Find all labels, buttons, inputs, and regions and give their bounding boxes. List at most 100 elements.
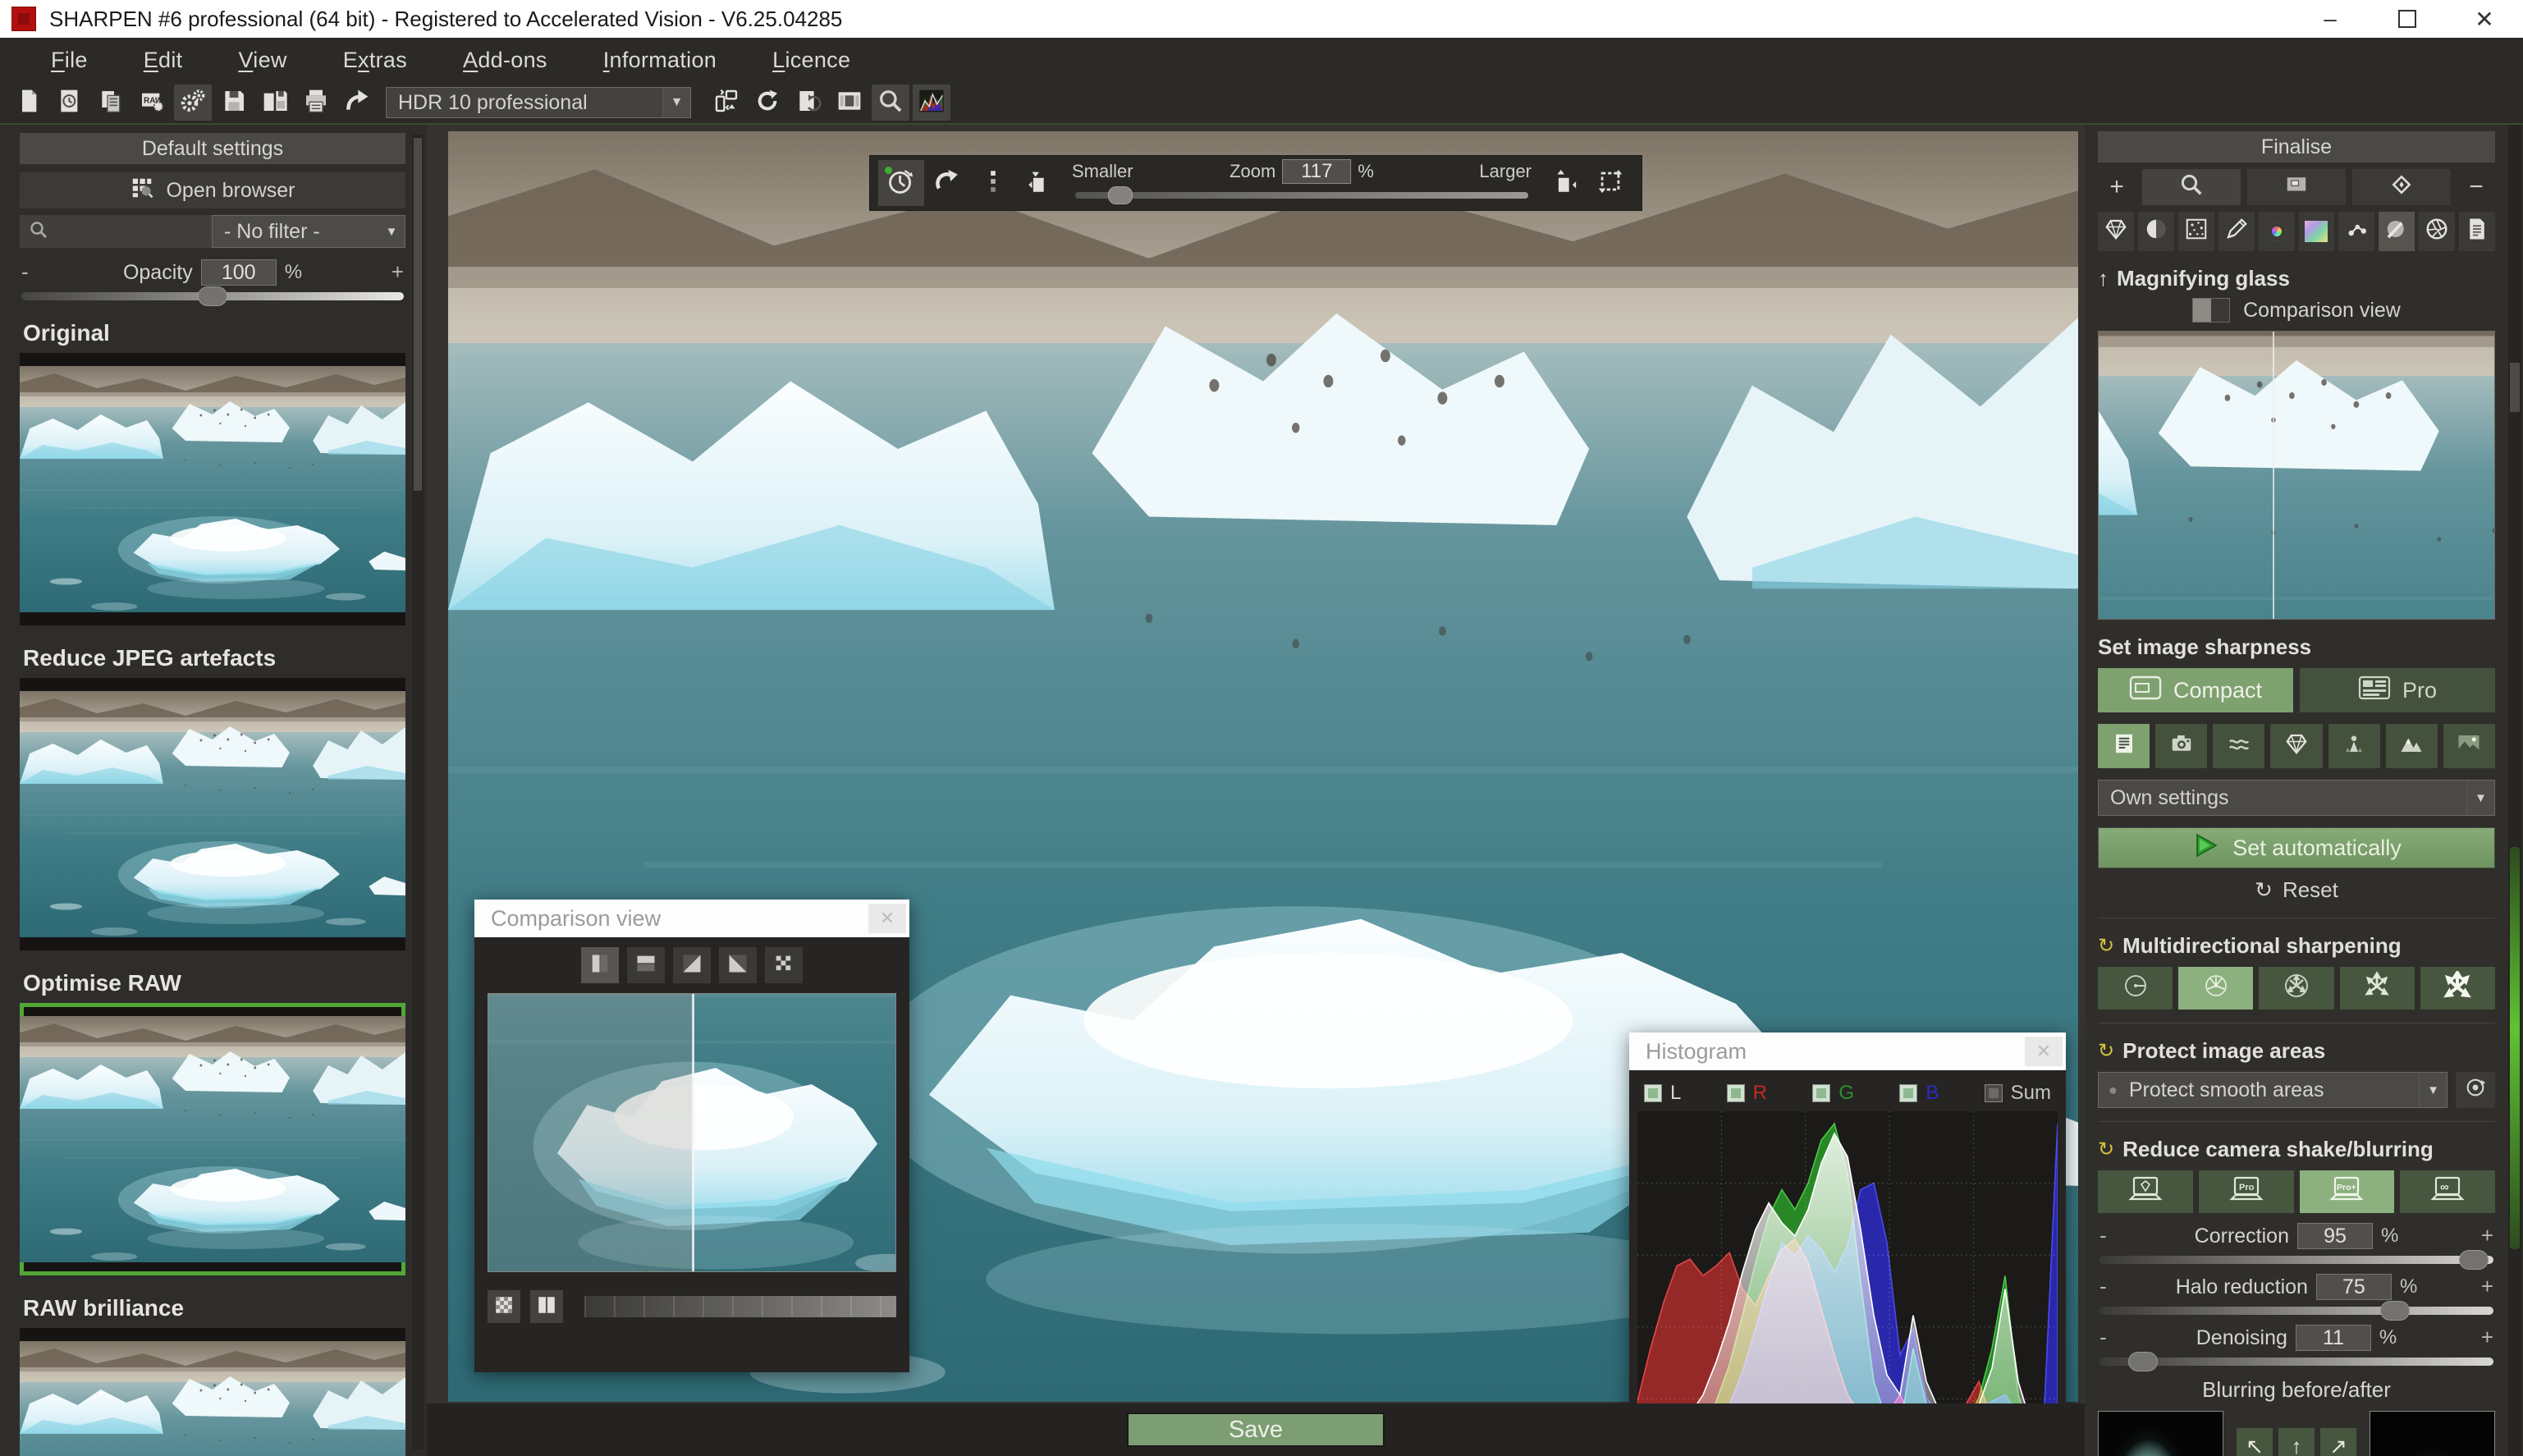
- preset-thumbnail[interactable]: [20, 678, 405, 950]
- right-scrollbar[interactable]: [2508, 125, 2521, 1456]
- magnifier-button[interactable]: [872, 85, 909, 121]
- contrast-half-button[interactable]: [2138, 212, 2174, 251]
- slider-increase[interactable]: +: [392, 259, 404, 285]
- slider-track[interactable]: [2099, 1256, 2493, 1264]
- mountains-button[interactable]: [2386, 724, 2438, 768]
- legend-b[interactable]: B: [1899, 1082, 1939, 1105]
- zoom-in-step-button[interactable]: [1541, 160, 1587, 206]
- waves-button[interactable]: [2213, 724, 2264, 768]
- open-browser-button[interactable]: Open browser: [20, 172, 405, 208]
- new-document-button[interactable]: [10, 85, 48, 121]
- split-vertical-button[interactable]: [581, 947, 619, 983]
- dir-2-button[interactable]: [2178, 967, 2253, 1010]
- crop-rotate-button[interactable]: [1587, 160, 1633, 206]
- preset-thumbnail[interactable]: [20, 353, 405, 625]
- slider-decrease[interactable]: -: [2099, 1223, 2107, 1248]
- slider-increase[interactable]: +: [2481, 1223, 2493, 1248]
- device-sync-button[interactable]: [707, 85, 745, 121]
- checkbox-icon[interactable]: [1727, 1084, 1745, 1102]
- raw-settings-button[interactable]: RAW: [133, 85, 171, 121]
- preset-original[interactable]: Original: [20, 320, 405, 625]
- slider-value-field[interactable]: 75: [2316, 1274, 2392, 1300]
- minimize-button[interactable]: –: [2292, 0, 2369, 38]
- own-settings-dropdown[interactable]: Own settings ▼: [2098, 780, 2495, 816]
- compare-timer-button[interactable]: [878, 160, 924, 206]
- node-graph-button[interactable]: [2338, 212, 2374, 251]
- checker-preview-button[interactable]: [488, 1290, 520, 1323]
- dir-4-button[interactable]: [2340, 967, 2415, 1010]
- preset-raw-brilliance[interactable]: RAW brilliance: [20, 1295, 405, 1456]
- preset-reduce-jpeg-artefacts[interactable]: Reduce JPEG artefacts: [20, 645, 405, 950]
- comparison-panel-titlebar[interactable]: Comparison view ✕: [474, 900, 909, 937]
- menu-licence[interactable]: Licence: [744, 43, 878, 78]
- laptop-pro-plus-button[interactable]: Pro+: [2300, 1170, 2395, 1213]
- magnifier-preview[interactable]: [2098, 331, 2495, 620]
- compact-tab[interactable]: Compact: [2098, 668, 2293, 712]
- slider-track[interactable]: [2099, 1358, 2493, 1366]
- reset-button[interactable]: ↻ Reset: [2098, 875, 2495, 904]
- slider-decrease[interactable]: -: [2099, 1274, 2107, 1299]
- export-share-button[interactable]: [338, 85, 376, 121]
- doc-report-button[interactable]: [2459, 212, 2495, 251]
- add-tab-button[interactable]: +: [2098, 169, 2136, 205]
- dir-5-button[interactable]: [2420, 967, 2495, 1010]
- dots-vertical-button[interactable]: [970, 160, 1016, 206]
- close-icon[interactable]: ✕: [2025, 1037, 2063, 1066]
- menu-information[interactable]: Information: [575, 43, 744, 78]
- diamond-nav-button[interactable]: [2352, 169, 2451, 205]
- gem-button[interactable]: [2270, 724, 2322, 768]
- legend-r[interactable]: R: [1727, 1082, 1767, 1105]
- set-automatically-button[interactable]: Set automatically: [2098, 827, 2495, 868]
- dir-1-button[interactable]: [2098, 967, 2173, 1010]
- print-button[interactable]: [297, 85, 335, 121]
- magnifier-button[interactable]: [2142, 169, 2241, 205]
- menu-extras[interactable]: Extras: [315, 43, 435, 78]
- split-horizontal-button[interactable]: [627, 947, 665, 983]
- laptop-pro-button[interactable]: Pro: [2199, 1170, 2294, 1213]
- remove-tab-button[interactable]: −: [2457, 169, 2495, 205]
- histogram-mini-button[interactable]: [913, 85, 950, 121]
- slider-value-field[interactable]: 11: [2296, 1325, 2371, 1351]
- color-cube-button[interactable]: [2299, 212, 2335, 251]
- slider-track[interactable]: [2099, 1307, 2493, 1315]
- monitor-button[interactable]: [2247, 169, 2346, 205]
- history-document-button[interactable]: [51, 85, 89, 121]
- layout-columns-button[interactable]: [831, 85, 868, 121]
- save-file-button[interactable]: [215, 85, 253, 121]
- rotate-button[interactable]: [749, 85, 786, 121]
- landscape-button[interactable]: [2443, 724, 2495, 768]
- slider-handle[interactable]: [2380, 1301, 2410, 1321]
- save-all-button[interactable]: [256, 85, 294, 121]
- menu-add-ons[interactable]: Add-ons: [435, 43, 575, 78]
- slider-value-field[interactable]: 100: [201, 259, 277, 286]
- noise-dots-button[interactable]: [2178, 212, 2214, 251]
- ↗-button[interactable]: ↗: [2320, 1428, 2356, 1456]
- search-input[interactable]: [48, 220, 172, 243]
- legend-sum[interactable]: Sum: [1985, 1082, 2051, 1105]
- preset-optimise-raw[interactable]: Optimise RAW: [20, 970, 405, 1275]
- pro-tab[interactable]: Pro: [2300, 668, 2495, 712]
- preset-dropdown[interactable]: HDR 10 professional ▼: [386, 87, 691, 118]
- slider-handle[interactable]: [2459, 1250, 2489, 1270]
- camera-button[interactable]: [2155, 724, 2207, 768]
- left-scrollbar[interactable]: [412, 135, 424, 1449]
- comparison-preview[interactable]: [488, 993, 896, 1272]
- split-diagonal-up-button[interactable]: [673, 947, 711, 983]
- comparison-view-toggle[interactable]: Comparison view: [2098, 298, 2495, 323]
- aperture-button[interactable]: [2419, 212, 2455, 251]
- gem-button[interactable]: [2098, 212, 2134, 251]
- doc-restore-button[interactable]: [790, 85, 827, 121]
- redo-button[interactable]: [924, 160, 970, 206]
- doc-text-button[interactable]: [2098, 724, 2150, 768]
- checkbox-icon[interactable]: [1985, 1084, 2003, 1102]
- zoom-slider[interactable]: [1075, 192, 1528, 199]
- menu-edit[interactable]: Edit: [116, 43, 211, 78]
- menu-view[interactable]: View: [210, 43, 314, 78]
- ↑-button[interactable]: ↑: [2278, 1428, 2315, 1456]
- close-button[interactable]: ✕: [2446, 0, 2523, 38]
- comparison-position-strip[interactable]: [584, 1296, 896, 1317]
- maximize-button[interactable]: [2369, 0, 2446, 38]
- zoom-value-field[interactable]: 117: [1282, 159, 1351, 184]
- checkbox-icon[interactable]: [1899, 1084, 1917, 1102]
- split-preview-button[interactable]: [530, 1290, 563, 1323]
